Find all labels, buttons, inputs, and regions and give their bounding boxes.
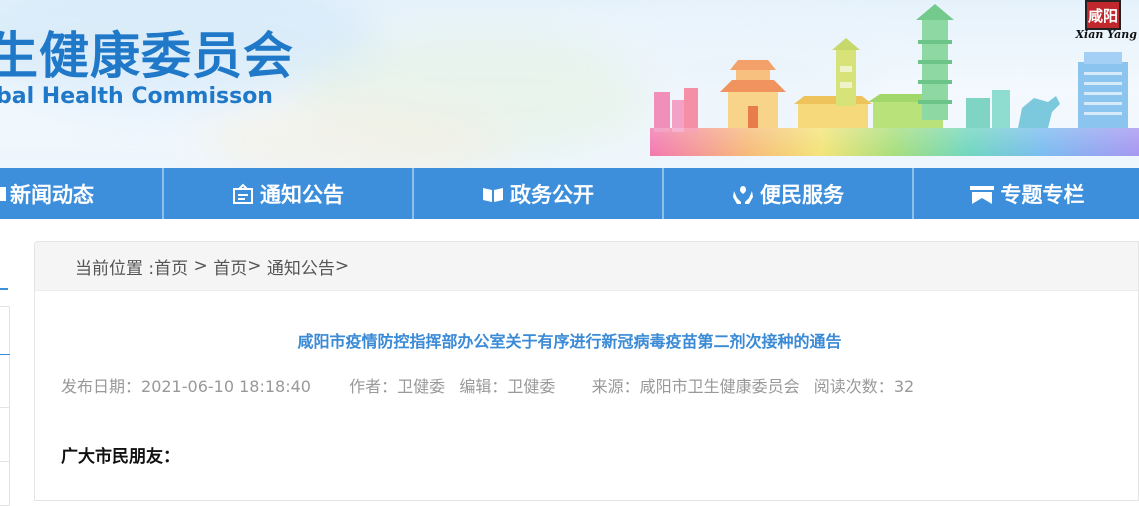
header-banner: 生健康委员会 bal Health Commisson 咸阳 Xian Yang <box>0 0 1139 168</box>
open-book-icon <box>482 183 504 205</box>
nav-item-government-affairs[interactable]: 政务公开 <box>414 168 664 219</box>
author: 卫健委 <box>397 377 446 396</box>
breadcrumb-separator: > <box>188 256 214 276</box>
breadcrumb-separator: > <box>247 256 267 276</box>
newspaper-icon <box>0 183 8 205</box>
nav-label-news: 新闻动态 <box>10 182 94 207</box>
source: 咸阳市卫生健康委员会 <box>639 377 800 396</box>
hands-care-icon <box>732 183 754 205</box>
nav-label-government-affairs: 政务公开 <box>510 182 594 207</box>
breadcrumb-home-link[interactable]: 首页 <box>154 254 188 279</box>
editor: 卫健委 <box>507 377 556 396</box>
breadcrumb-notices-link[interactable]: 通知公告 <box>267 254 335 279</box>
sidebar-item-divider <box>0 354 10 355</box>
read-count-label: 阅读次数： <box>813 377 894 396</box>
editor-label: 编辑： <box>459 377 508 396</box>
main-navigation: 新闻动态 通知公告 政务公开 便民服务 专题专栏 <box>0 168 1139 219</box>
publish-date-label: 发布日期： <box>61 377 142 396</box>
nav-label-notices: 通知公告 <box>260 182 344 207</box>
site-title-english: bal Health Commisson <box>0 84 273 109</box>
breadcrumb-prefix: 当前位置 : <box>75 258 155 279</box>
nav-item-public-services[interactable]: 便民服务 <box>664 168 914 219</box>
xianyang-logo-text: Xian Yang <box>1075 28 1137 41</box>
article-greeting: 广大市民朋友： <box>61 447 180 467</box>
breadcrumb-separator: > <box>334 256 350 276</box>
article-panel: 当前位置 : 首页 > 首页 > 通知公告 > 咸阳市疫情防控指挥部办公室关于有… <box>34 241 1139 501</box>
banner-flag-icon <box>969 183 995 205</box>
sidebar-panel <box>0 306 10 506</box>
publish-date: 2021-06-10 18:18:40 <box>141 377 311 396</box>
city-skyline-illustration <box>650 4 1139 156</box>
sidebar-accent-line <box>0 288 8 290</box>
sidebar-item-divider <box>0 461 10 462</box>
nav-item-special-topics[interactable]: 专题专栏 <box>914 168 1139 219</box>
author-label: 作者： <box>349 377 398 396</box>
nav-label-public-services: 便民服务 <box>760 182 844 207</box>
xianyang-logo-seal: 咸阳 <box>1085 0 1121 30</box>
article-meta: 发布日期：2021-06-10 18:18:40 作者：卫健委 编辑：卫健委 来… <box>61 373 914 397</box>
site-title-chinese: 生健康委员会 <box>0 27 294 85</box>
nav-label-special-topics: 专题专栏 <box>1000 182 1085 207</box>
breadcrumb: 当前位置 : 首页 > 首页 > 通知公告 > <box>35 242 1138 291</box>
notice-board-icon <box>232 183 254 205</box>
article-title: 咸阳市疫情防控指挥部办公室关于有序进行新冠病毒疫苗第二剂次接种的通告 <box>297 332 842 351</box>
sidebar-item-divider <box>0 407 10 408</box>
nav-item-news[interactable]: 新闻动态 <box>0 168 164 219</box>
breadcrumb-home-link-2[interactable]: 首页 <box>213 254 247 279</box>
source-label: 来源： <box>591 377 640 396</box>
read-count: 32 <box>893 377 915 396</box>
nav-item-notices[interactable]: 通知公告 <box>164 168 414 219</box>
